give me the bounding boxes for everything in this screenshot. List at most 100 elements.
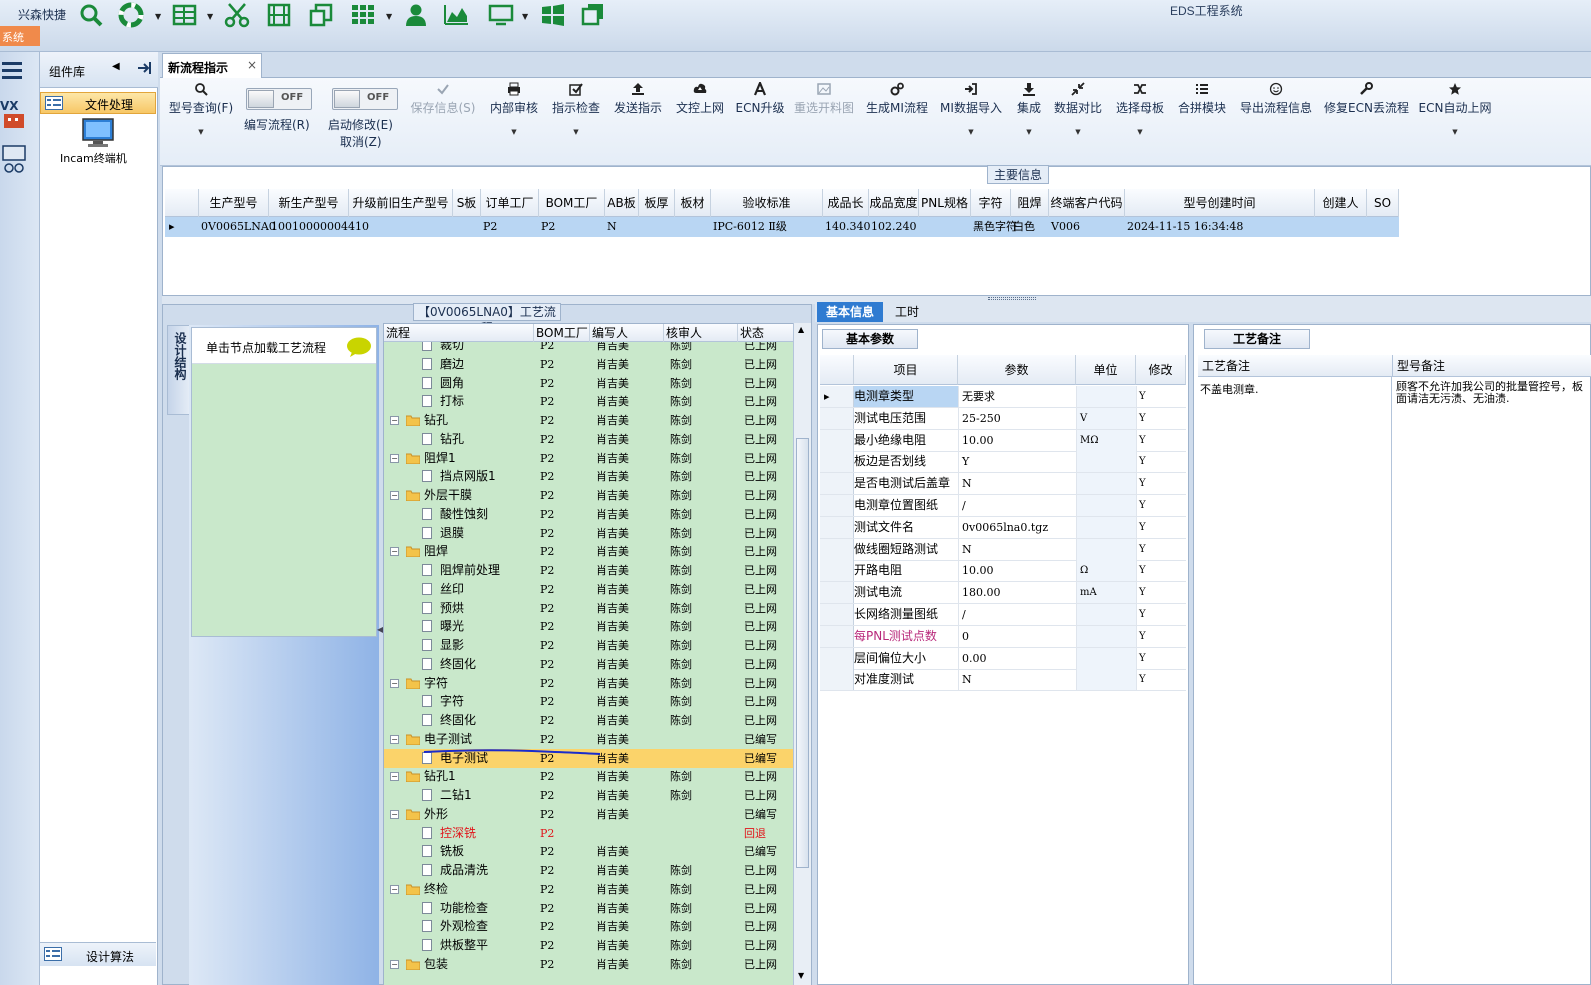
param-value[interactable]: 无要求 — [958, 386, 1076, 407]
process-tree-row[interactable]: − 钻孔1 P2 肖吉美 陈剑 已上网 — [384, 767, 794, 786]
main-info-col-header[interactable]: 升级前旧生产型号 — [349, 189, 453, 217]
factory-icon[interactable]: VX — [0, 98, 28, 130]
chevron-down-icon[interactable]: ▼ — [166, 128, 236, 136]
param-value[interactable]: 0v0065lna0.tgz — [958, 516, 1076, 538]
param-row[interactable]: 电测章位置图纸 / Y — [820, 495, 1186, 517]
incam-terminal-label[interactable]: Incam终端机 — [60, 150, 127, 166]
process-tree-row[interactable]: 显影 P2 肖吉美 陈剑 已上网 — [384, 636, 794, 655]
windows-icon[interactable] — [540, 2, 566, 28]
tab-basic-params[interactable]: 基本参数 — [822, 329, 918, 349]
model-query-button[interactable]: 型号查询(F) ▼ — [166, 82, 236, 152]
param-row[interactable]: 测试文件名 0v0065lna0.tgz Y — [820, 516, 1186, 539]
process-col-header[interactable]: BOM工厂 — [534, 324, 590, 342]
model-note-text[interactable]: 顾客不允许加我公司的批量管控号，板面请洁无污渍、无油渍. — [1396, 381, 1591, 405]
main-info-col-header[interactable]: 新生产型号 — [269, 189, 349, 217]
param-value[interactable]: Y — [958, 451, 1076, 473]
main-info-cell[interactable] — [351, 217, 453, 237]
internal-review-button[interactable]: 内部审核 ▼ — [486, 82, 542, 152]
scroll-down-icon[interactable]: ▼ — [798, 971, 804, 980]
process-tree-row[interactable]: 退膜 P2 肖吉美 陈剑 已上网 — [384, 524, 794, 543]
param-row[interactable]: 板边是否划线 Y Y — [820, 451, 1186, 474]
process-tree-row[interactable]: − 阻焊 P2 肖吉美 陈剑 已上网 — [384, 542, 794, 561]
param-row[interactable]: 最小绝缘电阻 10.00 MΩ Y — [820, 429, 1186, 452]
process-tree-row[interactable]: 控深铣 P2 回退 — [384, 824, 794, 843]
process-tree-row[interactable]: 丝印 P2 肖吉美 陈剑 已上网 — [384, 580, 794, 599]
main-info-col-header[interactable]: 成品长度 — [823, 189, 869, 238]
collapse-node-icon[interactable]: − — [390, 678, 399, 688]
monitor-icon[interactable] — [488, 2, 514, 28]
tab-basic-info[interactable]: 基本信息 — [817, 302, 883, 322]
process-tree-row[interactable]: − 包装 P2 肖吉美 陈剑 已上网 — [384, 955, 794, 974]
process-tree-row[interactable]: 裁切 P2 肖吉美 陈剑 已上网 — [384, 342, 794, 355]
copy-icon[interactable] — [308, 2, 334, 28]
main-info-cell[interactable]: N — [607, 217, 639, 237]
process-tree-row[interactable]: 外观检查 P2 肖吉美 陈剑 已上网 — [384, 917, 794, 936]
generate-mi-button[interactable]: 生成MI流程 — [864, 82, 930, 152]
main-info-cell[interactable] — [641, 217, 675, 237]
process-tree-row[interactable]: 字符 P2 肖吉美 陈剑 已上网 — [384, 692, 794, 711]
file-processing-section[interactable]: 文件处理 — [40, 92, 156, 114]
process-tree-row[interactable]: 预烘 P2 肖吉美 陈剑 已上网 — [384, 599, 794, 618]
main-info-cell[interactable] — [455, 217, 481, 237]
process-tree-row[interactable]: − 终检 P2 肖吉美 陈剑 已上网 — [384, 880, 794, 899]
main-info-cell[interactable] — [1369, 217, 1399, 237]
process-tree-row[interactable]: 二钻1 P2 肖吉美 陈剑 已上网 — [384, 786, 794, 805]
merge-module-button[interactable]: 合拼模块 — [1174, 82, 1230, 152]
system-menu-tab[interactable]: 系统 — [0, 26, 40, 46]
collapse-left-icon[interactable]: ◀ — [112, 61, 120, 72]
main-info-cell[interactable]: V006 — [1051, 217, 1125, 237]
reselect-drawing-button[interactable]: 重选开料图 — [792, 82, 856, 152]
main-info-col-header[interactable]: 字符 — [971, 189, 1011, 217]
param-row[interactable]: 测试电压范围 25-250 V Y — [820, 407, 1186, 430]
main-info-col-header[interactable]: S板 — [453, 189, 481, 217]
main-info-cell[interactable]: 102.240 — [871, 217, 919, 237]
param-row[interactable]: 对准度测试 N Y — [820, 669, 1186, 692]
collapse-node-icon[interactable]: − — [390, 453, 399, 463]
main-info-col-header[interactable]: 终端客户代码 — [1049, 189, 1125, 217]
process-tree-row[interactable]: 酸性蚀刻 P2 肖吉美 陈剑 已上网 — [384, 505, 794, 524]
collapse-node-icon[interactable]: − — [390, 734, 399, 744]
close-icon[interactable]: × — [247, 58, 257, 72]
incam-terminal-icon[interactable] — [82, 118, 114, 148]
enable-modify-toggle[interactable]: OFF — [332, 88, 398, 110]
search-icon[interactable] — [78, 2, 104, 28]
main-info-col-header[interactable]: 型号创建时间 — [1125, 189, 1315, 217]
collapse-node-icon[interactable]: − — [390, 772, 399, 782]
instruction-check-button[interactable]: 指示检查 ▼ — [548, 82, 604, 152]
chevron-down-icon[interactable]: ▼ — [522, 12, 528, 21]
write-process-toggle[interactable]: OFF — [246, 88, 312, 110]
collapse-node-icon[interactable]: − — [390, 959, 399, 969]
scroll-up-icon[interactable]: ▲ — [798, 325, 804, 334]
export-process-info-button[interactable]: 导出流程信息 — [1238, 82, 1314, 152]
scissors-icon[interactable] — [224, 2, 250, 28]
main-info-col-header[interactable]: 板厚 — [639, 189, 675, 217]
chevron-down-icon[interactable]: ▼ — [155, 12, 161, 21]
doc-upload-button[interactable]: 文控上网 — [672, 82, 728, 152]
main-info-cell[interactable]: 白色 — [1013, 217, 1049, 237]
stack-icon[interactable] — [580, 2, 606, 28]
process-tree-row[interactable]: 圆角 P2 肖吉美 陈剑 已上网 — [384, 374, 794, 393]
main-info-col-header[interactable]: BOM工厂 — [539, 189, 605, 217]
lifebuoy-icon[interactable] — [118, 2, 144, 28]
process-tree-row[interactable]: 挡点网版1 P2 肖吉美 陈剑 已上网 — [384, 467, 794, 486]
main-info-cell[interactable] — [921, 217, 971, 237]
mi-import-button[interactable]: MI数据导入 ▼ — [938, 82, 1004, 152]
collapse-node-icon[interactable]: − — [390, 547, 399, 557]
select-mother-board-button[interactable]: 选择母板 ▼ — [1112, 82, 1168, 152]
chevron-down-icon[interactable]: ▼ — [207, 12, 213, 21]
param-row[interactable]: 层间偏位大小 0.00 Y — [820, 647, 1186, 670]
param-value[interactable]: N — [958, 669, 1076, 691]
cancel-button[interactable]: 取消(Z) — [340, 133, 382, 150]
param-value[interactable]: 10.00 — [958, 429, 1076, 451]
film-icon[interactable] — [266, 2, 292, 28]
save-info-button[interactable]: 保存信息(S) — [410, 82, 476, 152]
scrollbar-thumb[interactable] — [796, 438, 809, 868]
process-tree-row[interactable]: 阻焊前处理 P2 肖吉美 陈剑 已上网 — [384, 561, 794, 580]
user-icon[interactable] — [403, 2, 429, 28]
main-info-col-header[interactable]: 阻焊 — [1011, 189, 1049, 217]
param-value[interactable]: / — [958, 604, 1076, 625]
process-tree-row[interactable]: − 阻焊1 P2 肖吉美 陈剑 已上网 — [384, 449, 794, 468]
process-tree-row[interactable]: − 字符 P2 肖吉美 陈剑 已上网 — [384, 674, 794, 693]
main-info-col-header[interactable]: AB板 — [605, 189, 639, 217]
grid-icon[interactable] — [350, 2, 376, 28]
